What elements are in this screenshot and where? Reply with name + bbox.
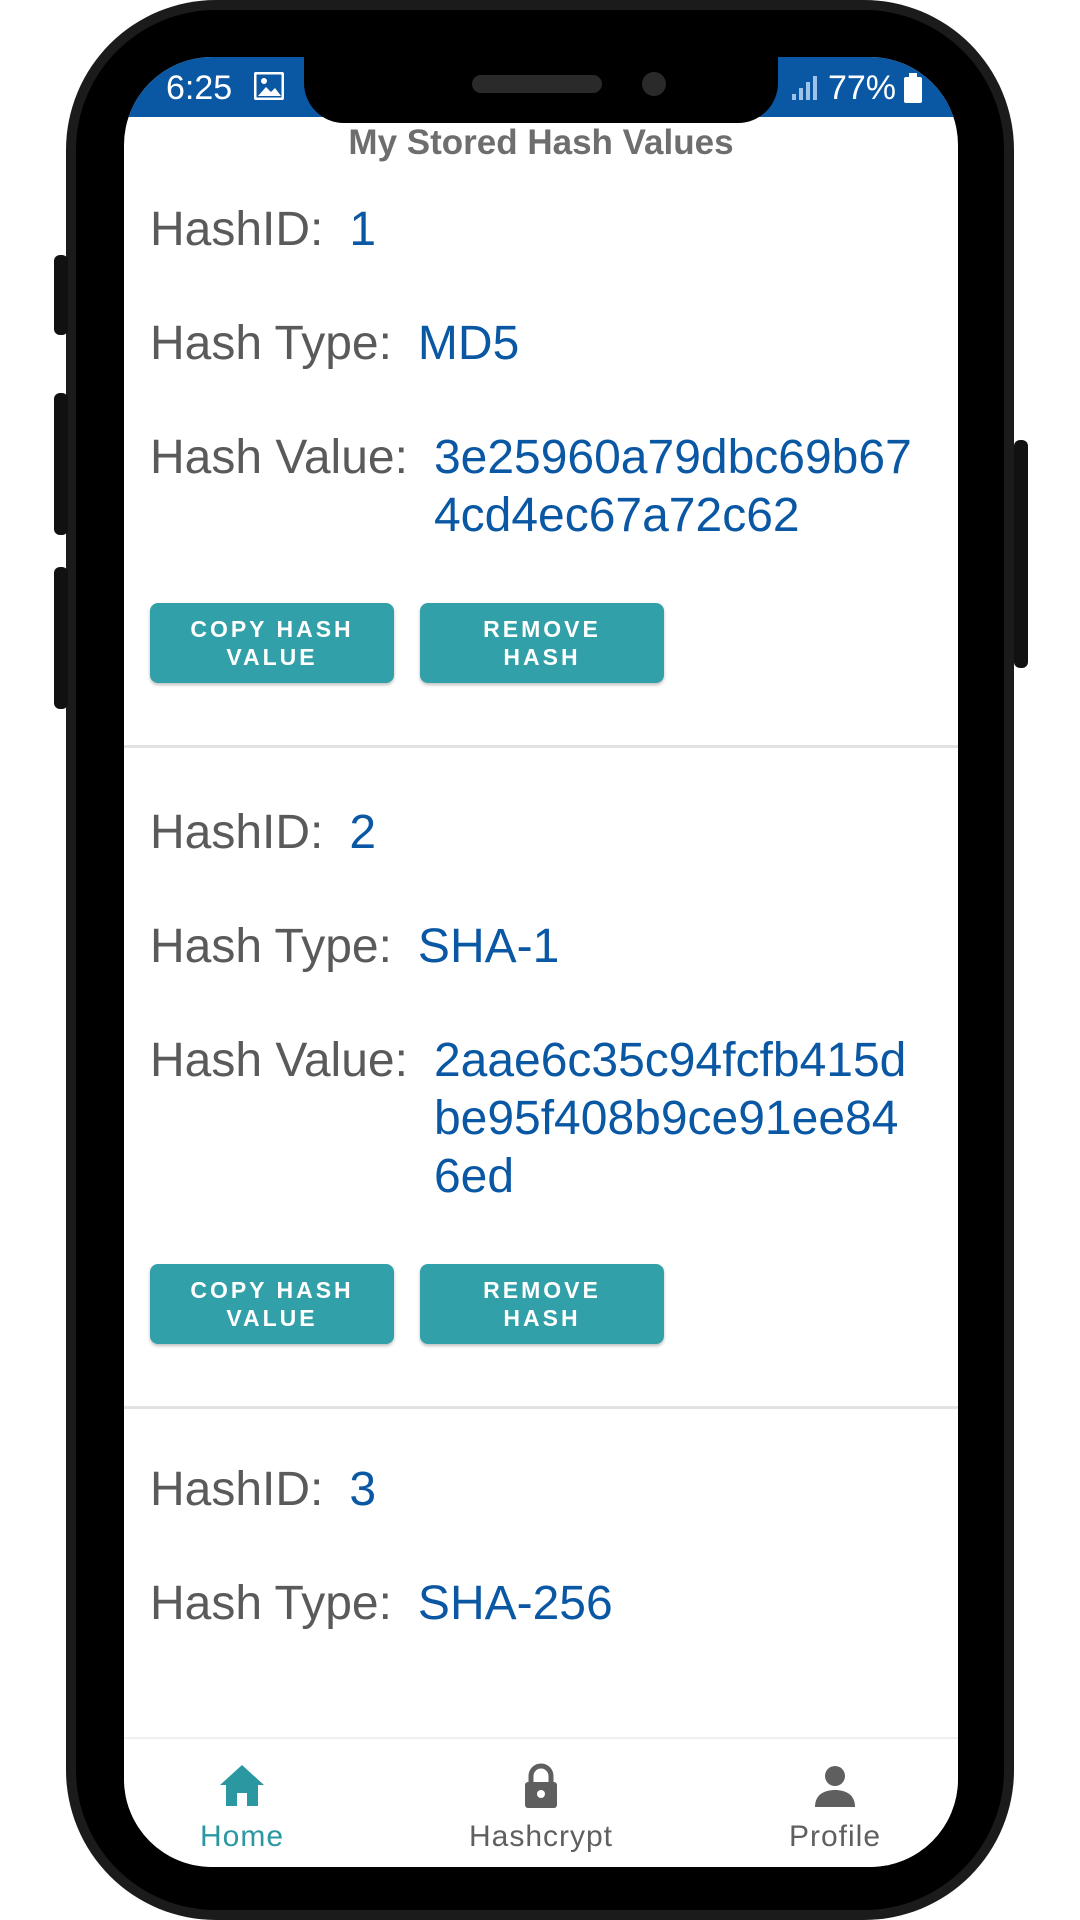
nav-label-home: Home <box>199 1820 285 1853</box>
phone-volume-down-button <box>54 567 68 709</box>
hash-id-label: HashID: <box>150 203 324 256</box>
front-camera <box>642 72 666 96</box>
home-icon <box>220 1765 264 1806</box>
nav-label-hashcrypt: Hashcrypt <box>468 1820 614 1853</box>
hash-type-row: Hash Type: SHA-1 <box>150 918 932 976</box>
copy-hash-button[interactable]: COPY HASH VALUE <box>150 603 394 683</box>
phone-volume-up-button <box>54 393 68 535</box>
gallery-icon <box>254 72 284 100</box>
speaker-grille <box>472 75 602 93</box>
signal-icon <box>791 76 817 100</box>
hash-card: HashID: 2 Hash Type: SHA-1 Hash Value: 2… <box>124 748 958 1409</box>
hash-id-row: HashID: 1 <box>150 201 932 259</box>
hash-id-row: HashID: 3 <box>150 1461 932 1519</box>
hash-list[interactable]: HashID: 1 Hash Type: MD5 Hash Value: 3e2… <box>124 167 958 1737</box>
hash-id-label: HashID: <box>150 806 324 859</box>
camera-notch <box>304 57 778 123</box>
nav-item-profile[interactable]: Profile <box>735 1761 935 1855</box>
hash-card: HashID: 1 Hash Type: MD5 Hash Value: 3e2… <box>124 167 958 748</box>
nav-label-profile: Profile <box>788 1820 882 1853</box>
phone-power-button <box>1014 440 1028 668</box>
hash-value-text: 3e25960a79dbc69b674cd4ec67a72c62 <box>433 431 912 542</box>
hash-type-label: Hash Type: <box>150 317 392 370</box>
status-right-group: 77% <box>790 68 922 108</box>
nav-item-hashcrypt[interactable]: Hashcrypt <box>441 1761 641 1855</box>
page-title: My Stored Hash Values <box>348 123 734 162</box>
bottom-nav: Home Hashcrypt Profile <box>124 1737 958 1867</box>
hash-type-label: Hash Type: <box>150 1577 392 1630</box>
hash-actions: COPY HASH VALUE REMOVE HASH <box>150 603 932 683</box>
person-icon <box>815 1766 855 1807</box>
phone-screen: 6:25 77% My Stored Hash Values HashID: 1… <box>124 57 958 1867</box>
nav-item-home[interactable]: Home <box>142 1761 342 1855</box>
hash-id-value: 1 <box>349 203 377 256</box>
hash-value-label: Hash Value: <box>150 431 408 484</box>
remove-hash-button[interactable]: REMOVE HASH <box>420 603 664 683</box>
phone-side-button <box>54 255 68 335</box>
hash-actions: COPY HASH VALUE REMOVE HASH <box>150 1264 932 1344</box>
hash-value-text: 2aae6c35c94fcfb415dbe95f408b9ce91ee846ed <box>433 1034 907 1203</box>
lock-icon <box>525 1763 557 1808</box>
hash-card: HashID: 3 Hash Type: SHA-256 <box>124 1409 958 1633</box>
hash-value-row: Hash Value: 2aae6c35c94fcfb415dbe95f408b… <box>150 1032 932 1206</box>
hash-type-value: SHA-256 <box>417 1577 613 1630</box>
hash-type-value: SHA-1 <box>417 920 560 973</box>
hash-id-row: HashID: 2 <box>150 804 932 862</box>
hash-type-value: MD5 <box>417 317 520 370</box>
remove-hash-button[interactable]: REMOVE HASH <box>420 1264 664 1344</box>
hash-type-label: Hash Type: <box>150 920 392 973</box>
status-time: 6:25 <box>166 69 233 107</box>
hash-id-value: 2 <box>349 806 377 859</box>
battery-percent: 77% <box>827 69 896 107</box>
hash-id-label: HashID: <box>150 1463 324 1516</box>
copy-hash-button[interactable]: COPY HASH VALUE <box>150 1264 394 1344</box>
hash-value-row: Hash Value: 3e25960a79dbc69b674cd4ec67a7… <box>150 429 932 545</box>
hash-type-row: Hash Type: SHA-256 <box>150 1575 932 1633</box>
battery-icon <box>904 73 922 103</box>
hash-value-label: Hash Value: <box>150 1034 408 1087</box>
hash-type-row: Hash Type: MD5 <box>150 315 932 373</box>
hash-id-value: 3 <box>349 1463 377 1516</box>
